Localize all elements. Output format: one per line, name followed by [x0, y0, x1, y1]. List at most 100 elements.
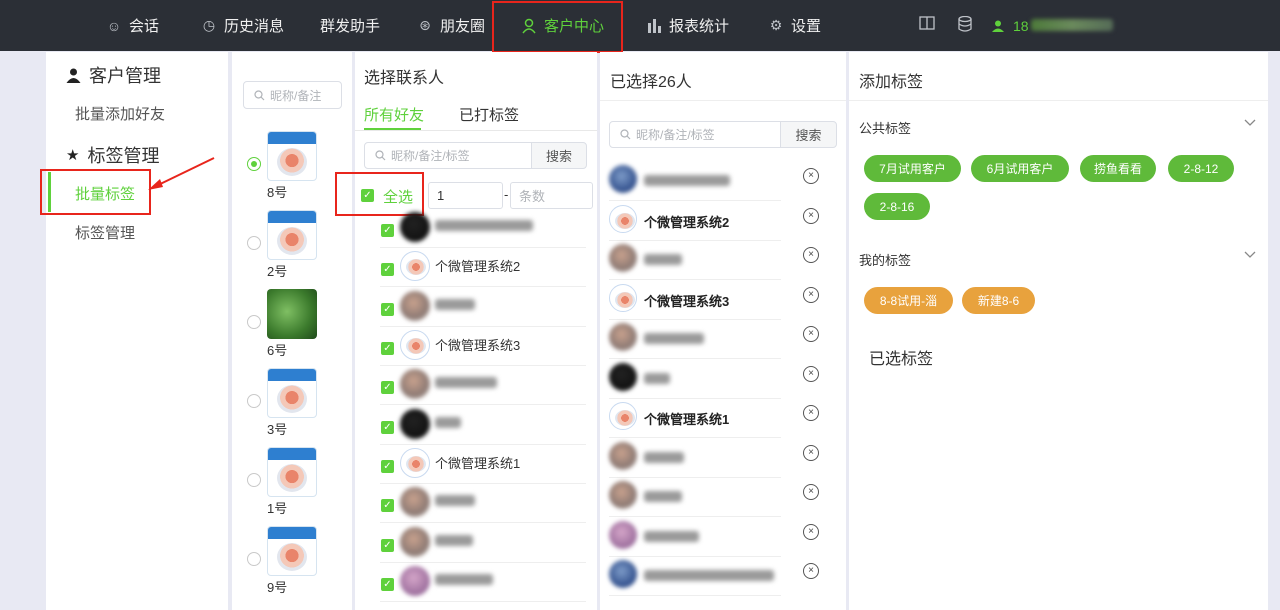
contact-checkbox[interactable]: ✓	[381, 303, 394, 316]
account-item[interactable]: 8号	[232, 131, 352, 210]
contact-row[interactable]: ✓ 个微管理系统2	[380, 248, 586, 287]
remove-icon[interactable]: ×	[803, 287, 819, 303]
contact-search-button[interactable]: 搜索	[531, 142, 587, 169]
remove-icon[interactable]: ×	[803, 524, 819, 540]
selected-row: 个微管理系统3	[609, 280, 781, 320]
nav-settings[interactable]: ⚙ 设置	[768, 0, 821, 51]
contact-checkbox[interactable]: ✓	[381, 224, 394, 237]
selected-name	[644, 488, 682, 503]
contact-row[interactable]: ✓ 个微管理系统3	[380, 327, 586, 366]
bar-chart-icon	[648, 18, 661, 33]
tag-chip[interactable]: 6月试用客户	[971, 155, 1069, 182]
contact-checkbox[interactable]: ✓	[381, 342, 394, 355]
avatar	[267, 131, 317, 181]
tab-tagged[interactable]: 已打标签	[459, 104, 519, 125]
range-start-input[interactable]: 1	[428, 182, 503, 209]
contact-row[interactable]: ✓	[380, 366, 586, 405]
remove-icon[interactable]: ×	[803, 168, 819, 184]
nav-moments[interactable]: ⊛ 朋友圈	[417, 0, 485, 51]
contact-row[interactable]: ✓	[380, 484, 586, 523]
my-tags-title: 我的标签	[859, 253, 912, 268]
sidebar-item-tag-management[interactable]: 标签管理	[75, 222, 135, 243]
account-item[interactable]: 2号	[232, 210, 352, 289]
avatar	[267, 289, 317, 339]
chat-icon: ☺	[106, 17, 122, 34]
radio[interactable]	[247, 552, 261, 566]
contact-row[interactable]: ✓	[380, 524, 586, 563]
user-menu[interactable]: 18	[992, 0, 1113, 51]
radio[interactable]	[247, 236, 261, 250]
selected-title: 已选择26人	[610, 74, 692, 91]
remove-icon[interactable]: ×	[803, 405, 819, 421]
radio-selected[interactable]	[247, 157, 261, 171]
tag-chip[interactable]: 7月试用客户	[864, 155, 961, 182]
account-item[interactable]: 9号	[232, 526, 352, 605]
remove-icon[interactable]: ×	[803, 484, 819, 500]
tag-chip[interactable]: 2-8-16	[864, 193, 930, 220]
search-icon	[254, 89, 265, 100]
contact-name	[435, 492, 475, 507]
account-item[interactable]: 6号	[232, 289, 352, 368]
contact-row[interactable]: ✓	[380, 209, 586, 248]
radio[interactable]	[247, 473, 261, 487]
chevron-down-icon[interactable]	[1244, 116, 1256, 130]
selected-name	[644, 370, 670, 385]
tag-chip[interactable]: 2-8-12	[1168, 155, 1234, 182]
selected-name	[644, 172, 730, 187]
contact-checkbox[interactable]: ✓	[381, 499, 394, 512]
range-end-input[interactable]: 条数	[510, 182, 593, 209]
selected-search-input[interactable]: 昵称/备注/标签	[609, 121, 781, 148]
chevron-down-icon[interactable]	[1244, 248, 1256, 262]
account-search-input[interactable]: 昵称/备注	[243, 81, 342, 109]
tab-all-friends[interactable]: 所有好友	[364, 104, 424, 125]
remove-icon[interactable]: ×	[803, 247, 819, 263]
contact-row[interactable]: ✓	[380, 288, 586, 327]
contact-row[interactable]: ✓	[380, 563, 586, 602]
tag-chip[interactable]: 捞鱼看看	[1080, 155, 1156, 182]
tag-chip[interactable]: 8-8试用-淄	[864, 287, 953, 314]
contact-checkbox[interactable]: ✓	[381, 381, 394, 394]
selected-row	[609, 319, 781, 359]
search-icon	[375, 150, 386, 161]
account-item[interactable]: 1号	[232, 447, 352, 526]
remove-icon[interactable]: ×	[803, 326, 819, 342]
tag-chip[interactable]: 新建8-6	[962, 287, 1035, 314]
customer-management-heading: 客户管理	[66, 62, 161, 88]
nav-broadcast-label: 群发助手	[320, 18, 381, 35]
avatar	[267, 526, 317, 576]
radio[interactable]	[247, 394, 261, 408]
avatar	[609, 165, 637, 193]
contact-name	[435, 571, 493, 586]
avatar	[267, 447, 317, 497]
contact-search-input[interactable]: 昵称/备注/标签	[364, 142, 532, 169]
contact-checkbox[interactable]: ✓	[381, 539, 394, 552]
contact-checkbox[interactable]: ✓	[381, 263, 394, 276]
remove-icon[interactable]: ×	[803, 366, 819, 382]
contact-checkbox[interactable]: ✓	[381, 421, 394, 434]
radio[interactable]	[247, 315, 261, 329]
sidebar-item-batch-add-friends[interactable]: 批量添加好友	[75, 103, 165, 124]
selected-search-button[interactable]: 搜索	[780, 121, 837, 148]
contact-row[interactable]: ✓ 个微管理系统1	[380, 445, 586, 484]
remove-icon[interactable]: ×	[803, 445, 819, 461]
remove-icon[interactable]: ×	[803, 208, 819, 224]
search-icon	[620, 129, 631, 140]
divider	[600, 100, 846, 101]
gear-icon: ⚙	[769, 17, 783, 33]
account-item[interactable]: 3号	[232, 368, 352, 447]
chosen-tags-title: 已选标签	[869, 351, 934, 368]
contact-checkbox[interactable]: ✓	[381, 578, 394, 591]
nav-chat[interactable]: ☺ 会话	[106, 0, 159, 51]
nav-reports[interactable]: 报表统计	[646, 0, 729, 51]
avatar	[400, 369, 430, 399]
contact-row[interactable]: ✓	[380, 406, 586, 445]
remove-icon[interactable]: ×	[803, 563, 819, 579]
nav-history[interactable]: ◷ 历史消息	[201, 0, 284, 51]
database-icon[interactable]	[956, 15, 974, 34]
book-icon[interactable]	[918, 16, 936, 34]
avatar	[609, 481, 637, 509]
contact-checkbox[interactable]: ✓	[381, 460, 394, 473]
avatar	[400, 566, 430, 596]
selected-row	[609, 161, 781, 201]
nav-broadcast[interactable]: 群发助手	[320, 0, 380, 51]
